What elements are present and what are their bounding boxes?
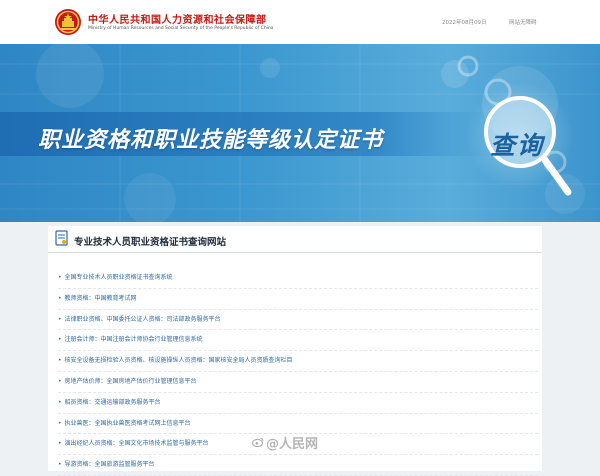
list-item-label[interactable]: 核安全设备无损检验人员资格、核设施操纵人员资格：国家核安全局人员资质查询栏目 [65,357,293,364]
list-item[interactable]: • 船员资格：交通运输部政务服务平台 [58,393,538,414]
list-item[interactable]: • 执业兽医：全国执业兽医资格考试网上信息平台 [58,414,538,435]
bullet-icon: • [58,440,62,448]
list-item-label[interactable]: 教师资格：中国教育考试网 [65,295,137,302]
hero-banner: 职业资格和职业技能等级认定证书 查询 [0,44,600,222]
list-item-label[interactable]: 房地产估价师：全国房地产估价行业管理信息平台 [65,378,197,385]
bullet-icon: • [58,419,62,427]
bullet-icon: • [58,336,62,344]
list-item[interactable]: • 法律职业资格、中国委托公证人资格：司法部政务服务平台 [58,310,538,331]
banner-title: 职业资格和职业技能等级认定证书 [38,128,384,153]
bullet-icon: • [58,274,62,281]
list-item-label[interactable]: 执业兽医：全国执业兽医资格考试网上信息平台 [65,420,191,427]
list-item[interactable]: • 核安全设备无损检验人员资格、核设施操纵人员资格：国家核安全局人员资质查询栏目 [58,351,538,372]
banner-query-label: 查询 [490,131,545,160]
section-title: 专业技术人员职业资格证书查询网站 [74,237,227,248]
bullet-icon: • [58,377,62,385]
org-name-cn[interactable]: 中华人民共和国人力资源和社会保障部 [88,11,267,26]
bullet-icon: • [58,398,62,406]
list-item-label[interactable]: 船员资格：交通运输部政务服务平台 [65,399,161,406]
bullet-icon: • [58,357,62,365]
list-item-label[interactable]: 注册会计师：中国注册会计师协会行业管理信息系统 [65,336,203,343]
section-divider [48,252,542,253]
list-item[interactable]: • 导游资格：全国旅游监管服务平台 [58,455,538,476]
list-item[interactable]: • 全国专业技术人员职业资格证书查询系统 [58,268,538,289]
list-item[interactable]: • 房地产估价师：全国房地产估价行业管理信息平台 [58,372,538,393]
org-name-en: Ministry of Human Resources and Social S… [88,26,274,31]
list-item[interactable]: • 教师资格：中国教育考试网 [58,289,538,310]
bullet-icon: • [58,315,62,323]
list-item-label[interactable]: 演出经纪人员资格：全国文化市场技术监管与服务平台 [65,440,209,447]
current-date: 2022年08月09日 [442,20,487,26]
bullet-icon: • [58,294,62,302]
list-item-label[interactable]: 全国专业技术人员职业资格证书查询系统 [65,274,173,281]
list-item[interactable]: • 注册会计师：中国注册会计师协会行业管理信息系统 [58,330,538,352]
site-header: 中华人民共和国人力资源和社会保障部 Ministry of Human Reso… [0,0,600,44]
list-item-label[interactable]: 法律职业资格、中国委托公证人资格：司法部政务服务平台 [65,316,221,323]
weibo-icon [252,437,264,448]
watermark: @人民网 [266,437,319,452]
national-emblem-icon[interactable] [54,8,82,36]
barrier-free-link[interactable]: 网站无障碍 [509,18,537,26]
certificate-icon [55,230,68,246]
